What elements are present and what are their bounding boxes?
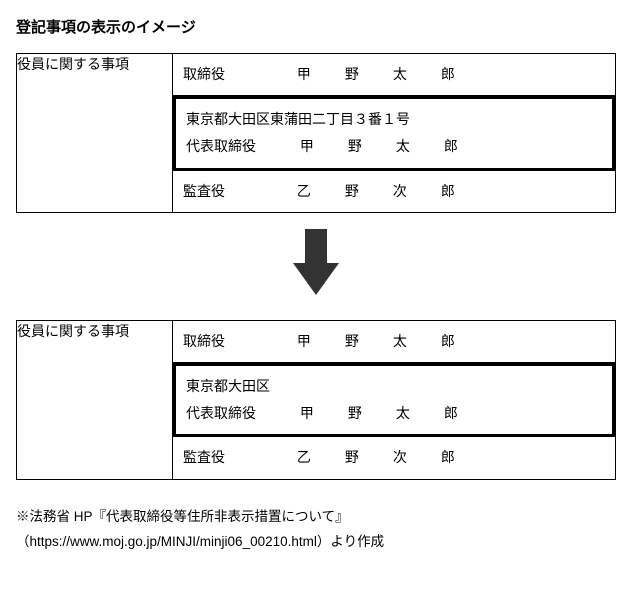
row-representative: 東京都大田区東蒲田二丁目３番１号 代表取締役 甲 野 太 郎 bbox=[173, 96, 615, 170]
register-rows: 取締役 甲 野 太 郎 東京都大田区 代表取締役 甲 野 太 郎 監査役 乙 野… bbox=[173, 320, 616, 479]
left-header: 役員に関する事項 bbox=[17, 54, 173, 213]
source-note: ※法務省 HP『代表取締役等住所非表示措置について』 （https://www.… bbox=[16, 504, 624, 555]
down-arrow-icon bbox=[16, 213, 616, 320]
row-director: 取締役 甲 野 太 郎 bbox=[173, 321, 615, 363]
role-label: 取締役 bbox=[183, 329, 293, 354]
source-line1: ※法務省 HP『代表取締役等住所非表示措置について』 bbox=[16, 504, 624, 530]
register-table-before: 役員に関する事項 取締役 甲 野 太 郎 東京都大田区東蒲田二丁目３番１号 代表… bbox=[16, 53, 616, 213]
person-name: 乙 野 次 郎 bbox=[297, 179, 465, 204]
register-table-after: 役員に関する事項 取締役 甲 野 太 郎 東京都大田区 代表取締役 甲 野 太 … bbox=[16, 320, 616, 480]
role-label: 代表取締役 bbox=[186, 134, 296, 159]
person-name: 甲 野 太 郎 bbox=[297, 329, 465, 354]
left-header: 役員に関する事項 bbox=[17, 320, 173, 479]
role-label: 監査役 bbox=[183, 445, 293, 470]
address-full: 東京都大田区東蒲田二丁目３番１号 bbox=[186, 107, 602, 132]
person-name: 乙 野 次 郎 bbox=[297, 445, 465, 470]
role-label: 代表取締役 bbox=[186, 401, 296, 426]
address-masked: 東京都大田区 bbox=[186, 374, 602, 399]
role-label: 取締役 bbox=[183, 62, 293, 87]
role-label: 監査役 bbox=[183, 179, 293, 204]
person-name: 甲 野 太 郎 bbox=[300, 401, 468, 426]
person-name: 甲 野 太 郎 bbox=[300, 134, 468, 159]
row-auditor: 監査役 乙 野 次 郎 bbox=[173, 437, 615, 478]
row-director: 取締役 甲 野 太 郎 bbox=[173, 54, 615, 96]
source-line2: （https://www.moj.go.jp/MINJI/minji06_002… bbox=[16, 529, 624, 555]
row-representative: 東京都大田区 代表取締役 甲 野 太 郎 bbox=[173, 363, 615, 437]
person-name: 甲 野 太 郎 bbox=[297, 62, 465, 87]
page-title: 登記事項の表示のイメージ bbox=[16, 16, 624, 37]
row-auditor: 監査役 乙 野 次 郎 bbox=[173, 171, 615, 212]
register-rows: 取締役 甲 野 太 郎 東京都大田区東蒲田二丁目３番１号 代表取締役 甲 野 太… bbox=[173, 54, 616, 213]
